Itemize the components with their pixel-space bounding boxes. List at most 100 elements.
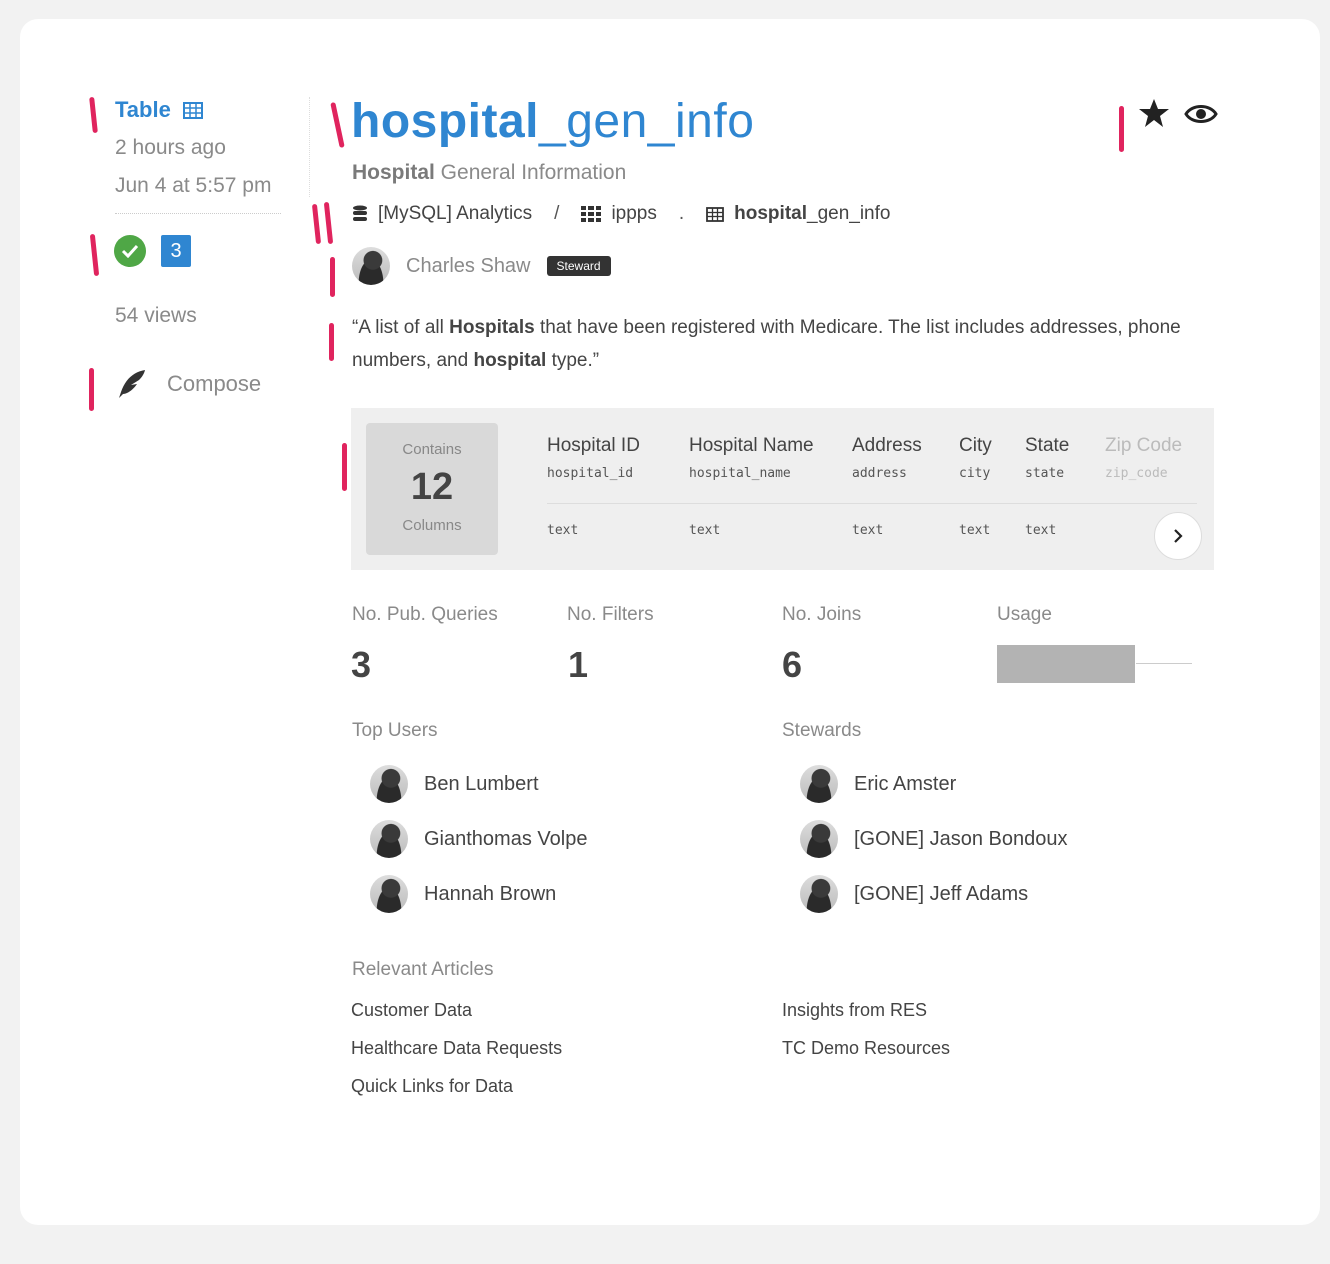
divider [309, 97, 310, 197]
article-link[interactable]: Insights from RES [782, 1000, 927, 1021]
article-link[interactable]: Customer Data [351, 1000, 472, 1021]
compose-label: Compose [167, 371, 262, 396]
chevron-right-icon [1174, 529, 1183, 543]
avatar [370, 875, 408, 913]
steward-name: Eric Amster [854, 772, 957, 795]
avatar [800, 765, 838, 803]
updated-date: Jun 4 at 5:57 pm [115, 174, 272, 197]
column-field: hospital_id [547, 466, 634, 481]
steward-item[interactable]: Eric Amster [800, 765, 956, 803]
top-user-item[interactable]: Hannah Brown [370, 875, 556, 913]
pub-queries-value: 3 [351, 644, 372, 685]
avatar [800, 875, 838, 913]
title-bold: hospital [351, 95, 540, 148]
column-name: State [1025, 435, 1070, 456]
annotation-mark [330, 257, 335, 297]
column-name: Address [852, 435, 922, 456]
article-link[interactable]: Healthcare Data Requests [351, 1038, 562, 1059]
steward-name: [GONE] Jeff Adams [854, 882, 1029, 905]
breadcrumb: [MySQL] Analytics / ippps . hospital_gen… [352, 203, 890, 225]
column-type: text [547, 523, 579, 538]
top-user-item[interactable]: Ben Lumbert [370, 765, 539, 803]
updated-relative: 2 hours ago [115, 136, 226, 159]
usage-label: Usage [997, 604, 1052, 625]
annotation-mark [89, 368, 94, 411]
watch-eye-icon[interactable] [1184, 102, 1218, 126]
column-item[interactable]: Zip Code zip_code text [1105, 435, 1185, 481]
description-bold: hospital [473, 350, 547, 371]
avatar[interactable] [352, 247, 390, 285]
avatar [800, 820, 838, 858]
column-name: City [959, 435, 992, 456]
title-rest: _gen_info [539, 95, 755, 148]
top-user-item[interactable]: Gianthomas Volpe [370, 820, 587, 858]
annotation-mark [329, 323, 334, 361]
column-name: Hospital ID [547, 435, 640, 456]
column-count: 12 [410, 466, 454, 508]
datasource-label: [MySQL] Analytics [378, 203, 533, 224]
column-count-card: Contains 12 Columns [366, 423, 498, 555]
description: “A list of all Hospitals that have been … [352, 311, 1202, 377]
breadcrumb-table[interactable]: hospital_gen_info [706, 203, 890, 225]
column-type: text [959, 523, 991, 538]
pub-queries-label: No. Pub. Queries [352, 604, 498, 625]
star-icon[interactable] [1138, 98, 1170, 129]
column-item[interactable]: City city text [959, 435, 992, 538]
steward-item[interactable]: [GONE] Jeff Adams [800, 875, 1028, 913]
usage-track [1136, 663, 1192, 664]
count-badge[interactable]: 3 [161, 235, 191, 267]
subtitle-rest: General Information [434, 161, 627, 184]
schema-label: ippps [611, 203, 657, 224]
user-name: Hannah Brown [424, 882, 557, 905]
column-type: text [689, 523, 721, 538]
avatar [370, 765, 408, 803]
column-field: hospital_name [689, 466, 791, 481]
description-bold: Hospitals [449, 317, 535, 338]
columns-panel: Contains 12 Columns Hospital ID hospital… [351, 408, 1214, 570]
description-text: “A list of all [352, 317, 450, 338]
columns-label: Columns [402, 517, 462, 534]
column-field: city [959, 466, 991, 481]
description-text: type.” [546, 350, 600, 371]
quill-icon [119, 370, 145, 398]
column-field: zip_code [1105, 466, 1168, 481]
database-icon [353, 205, 367, 221]
column-name: Zip Code [1105, 435, 1183, 456]
breadcrumb-separator: / [554, 203, 560, 224]
view-count: 54 views [115, 304, 197, 327]
table-icon [182, 101, 203, 119]
steward-item[interactable]: [GONE] Jason Bondoux [800, 820, 1067, 858]
joins-label: No. Joins [782, 604, 862, 625]
column-type: text [852, 523, 884, 538]
page-subtitle: Hospital General Information [352, 161, 626, 185]
article-link[interactable]: Quick Links for Data [351, 1076, 513, 1097]
column-item[interactable]: Address address text [852, 435, 922, 538]
articles-label: Relevant Articles [352, 959, 494, 980]
breadcrumb-separator: . [678, 203, 685, 224]
next-columns-button[interactable] [1154, 512, 1202, 560]
content-card [20, 19, 1320, 1225]
compose-button[interactable]: Compose [115, 368, 261, 400]
table-label-rest: _gen_info [807, 203, 891, 224]
column-item[interactable]: Hospital Name hospital_name text [689, 435, 814, 538]
breadcrumb-datasource[interactable]: [MySQL] Analytics [352, 203, 532, 225]
steward-name: [GONE] Jason Bondoux [854, 827, 1068, 850]
column-field: address [852, 466, 907, 481]
breadcrumb-schema[interactable]: ippps [581, 203, 657, 225]
user-name: Ben Lumbert [424, 772, 539, 795]
header-actions [1138, 98, 1218, 129]
column-type: text [1025, 523, 1057, 538]
user-name: Gianthomas Volpe [424, 827, 588, 850]
owner: Charles Shaw Steward [352, 247, 611, 285]
stewards-label: Stewards [782, 720, 862, 741]
divider [547, 503, 1197, 504]
usage-bar [997, 645, 1135, 683]
column-item[interactable]: State state text [1025, 435, 1070, 538]
verified-check-icon[interactable] [114, 235, 146, 267]
article-link[interactable]: TC Demo Resources [782, 1038, 950, 1059]
steward-badge: Steward [546, 256, 611, 276]
joins-value: 6 [782, 644, 803, 685]
owner-name[interactable]: Charles Shaw [406, 255, 531, 278]
column-item[interactable]: Hospital ID hospital_id text [547, 435, 640, 538]
annotation-mark [1119, 106, 1124, 152]
